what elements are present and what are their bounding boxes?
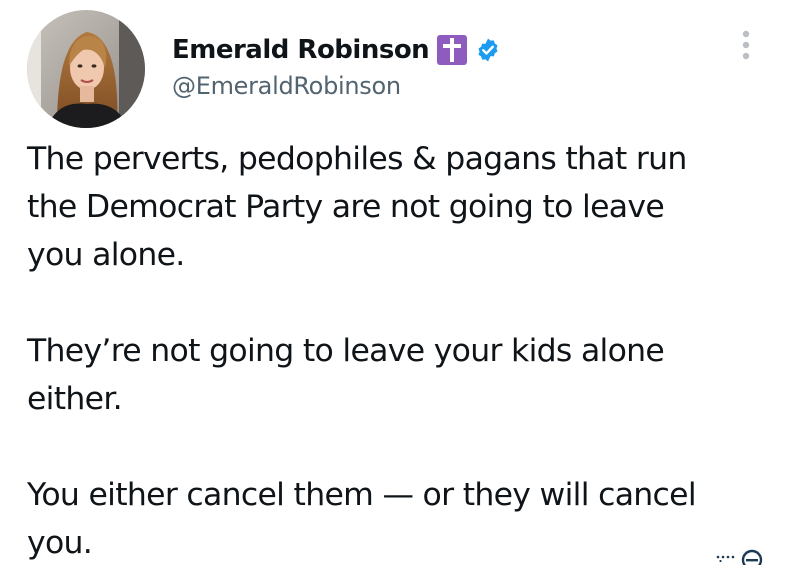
tweet-paragraph: They’re not going to leave your kids alo… [27,333,665,417]
dotted-circle-icon[interactable] [712,543,772,569]
author-handle[interactable]: @EmeraldRobinson [172,72,401,100]
avatar[interactable] [27,10,145,128]
tweet-paragraph: The perverts, pedophiles & pagans that r… [27,141,687,273]
verified-badge-icon[interactable] [475,37,501,63]
tweet-card: Emerald Robinson @EmeraldRobinson The pe… [0,0,792,569]
author-name-row: Emerald Robinson [172,30,501,70]
display-name[interactable]: Emerald Robinson [172,35,430,65]
tweet-paragraph: You either cancel them — or they will ca… [27,477,697,561]
more-vertical-icon[interactable] [735,28,757,62]
latin-cross-icon [437,35,468,65]
tweet-text: The perverts, pedophiles & pagans that r… [27,135,787,567]
